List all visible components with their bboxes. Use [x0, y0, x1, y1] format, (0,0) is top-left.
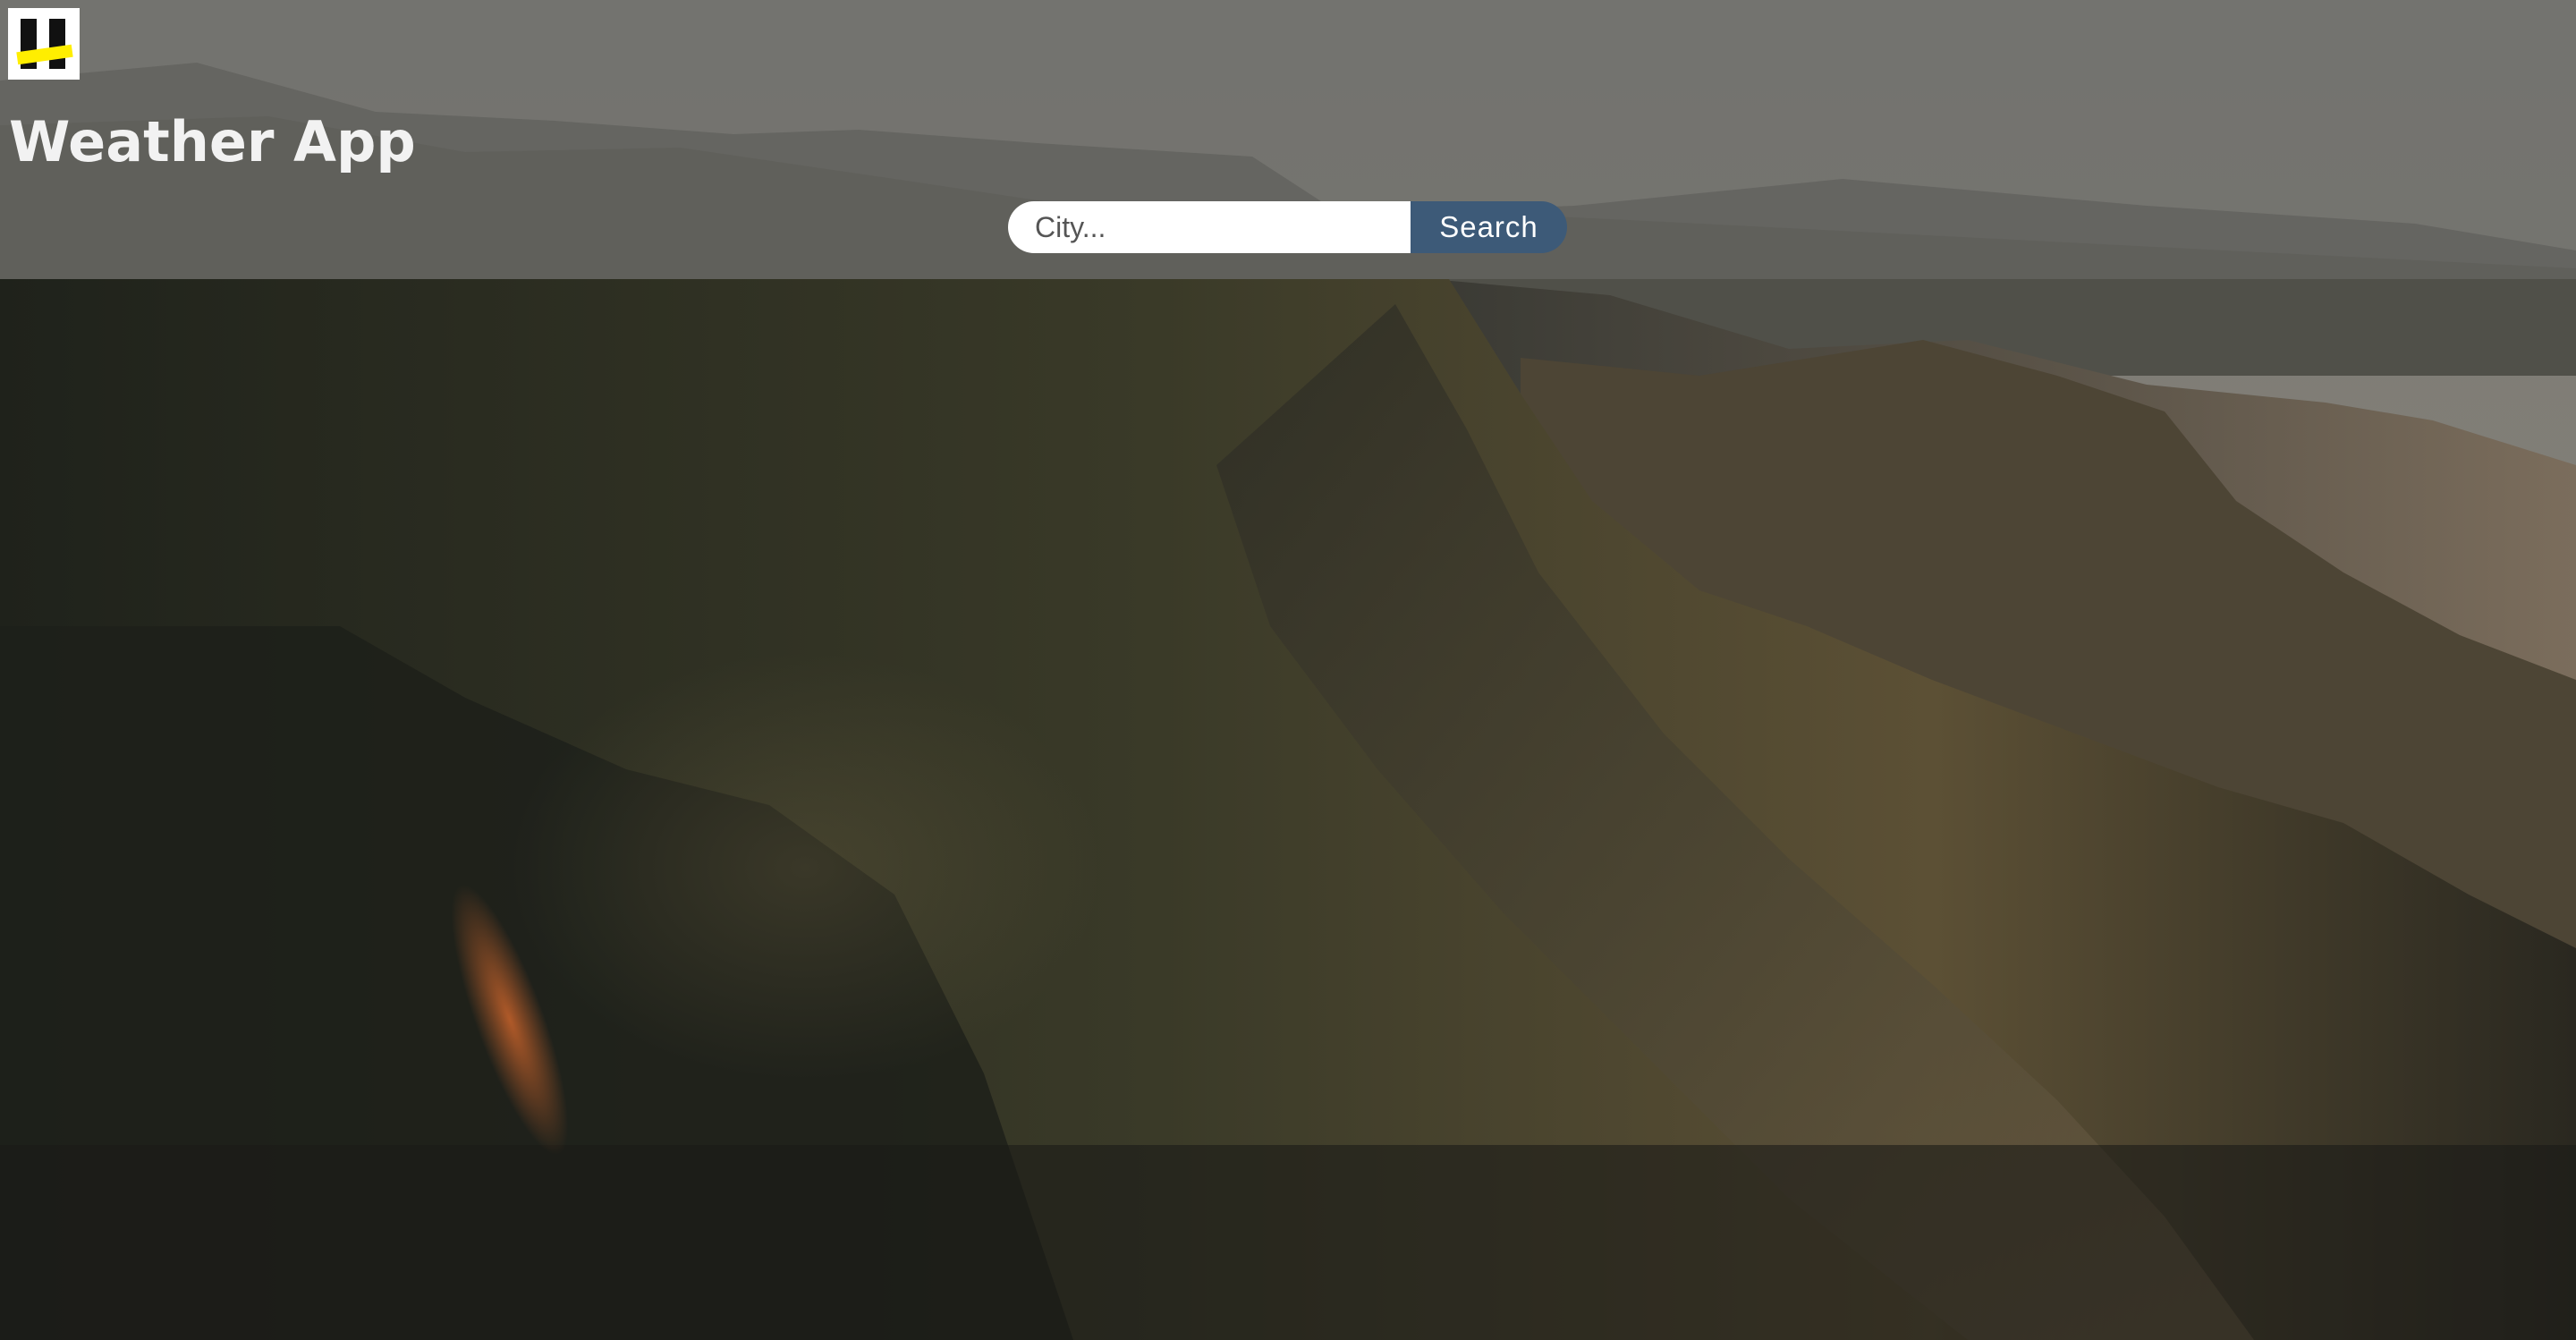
weather-app-page: Weather App Search — [0, 0, 2576, 1340]
app-logo-icon — [8, 8, 80, 80]
app-title: Weather App — [9, 109, 416, 174]
city-search-form: Search — [1008, 201, 1567, 253]
app-header: Weather App Search — [0, 0, 2576, 279]
city-search-input[interactable] — [1008, 201, 1411, 253]
search-button[interactable]: Search — [1411, 201, 1567, 253]
